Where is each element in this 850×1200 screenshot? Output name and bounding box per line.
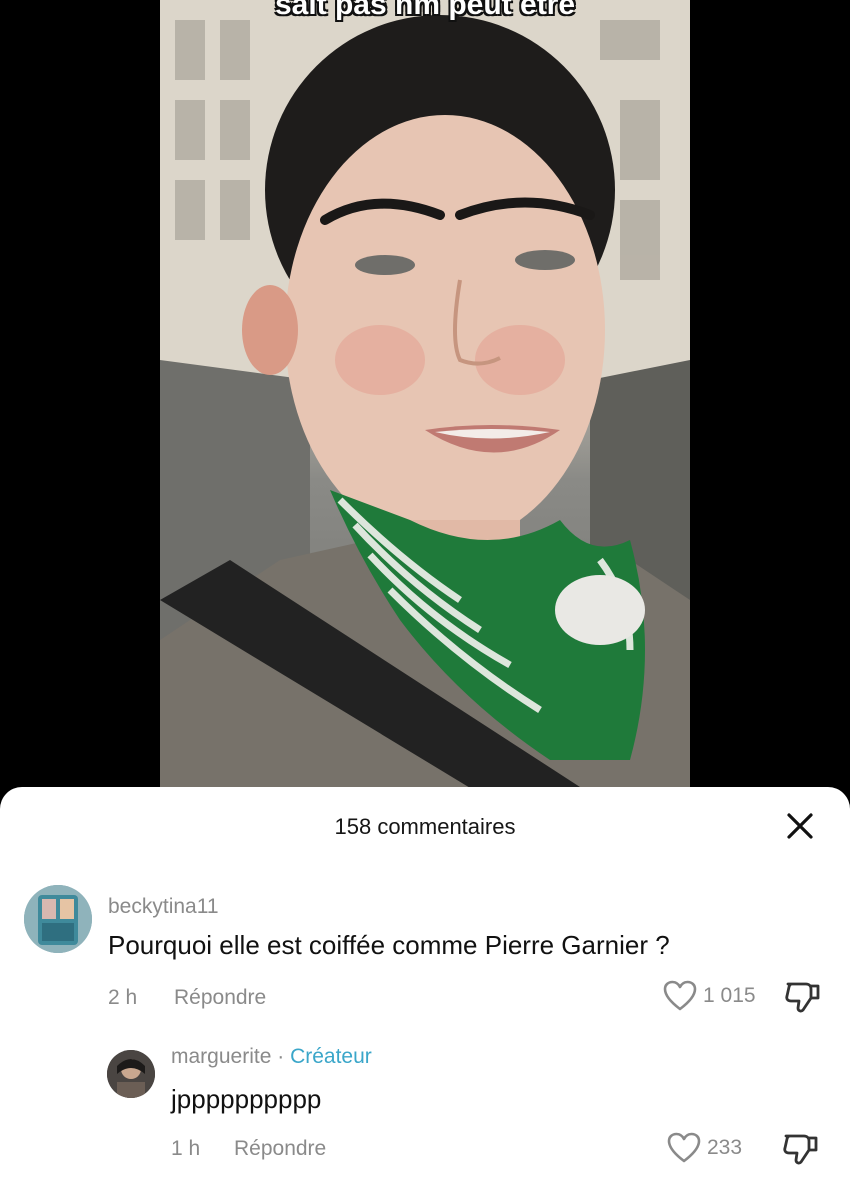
video-frame [160, 0, 690, 800]
avatar-image [24, 885, 92, 953]
comments-sheet: 158 commentaires beckytina11 Pourquoi el… [0, 787, 850, 1200]
comment-text: jpppppppppp [171, 1084, 322, 1114]
like-button[interactable]: 233 [667, 1132, 742, 1164]
reply-button[interactable]: Répondre [234, 1137, 326, 1161]
video-player[interactable]: sait pas nm peut être [160, 0, 690, 800]
like-button[interactable]: 1 015 [663, 980, 756, 1012]
comment-username[interactable]: marguerite [171, 1045, 271, 1068]
comments-count-title: 158 commentaires [334, 814, 516, 839]
heart-icon [667, 1132, 701, 1163]
creator-badge: Créateur [290, 1045, 372, 1068]
video-caption: sait pas nm peut être [274, 0, 576, 21]
comment-timestamp: 2 h [108, 986, 138, 1009]
dislike-button[interactable] [782, 1132, 818, 1171]
username-separator: · [277, 1045, 285, 1068]
comment-username[interactable]: beckytina11 [108, 895, 219, 919]
comment-text: Pourquoi elle est coiffée comme Pierre G… [108, 930, 670, 960]
heart-icon [663, 980, 697, 1011]
close-icon [787, 813, 813, 839]
dislike-icon [785, 982, 820, 1013]
comment-timestamp: 1 h [171, 1137, 201, 1160]
like-count: 233 [707, 1136, 743, 1159]
dislike-button[interactable] [784, 980, 820, 1019]
avatar-image [107, 1050, 155, 1098]
avatar[interactable] [24, 885, 92, 953]
avatar[interactable] [107, 1050, 155, 1098]
comment-username-row: marguerite · Créateur [171, 1045, 372, 1069]
close-button[interactable] [783, 809, 817, 843]
reply-button[interactable]: Répondre [174, 986, 266, 1010]
like-count: 1 015 [703, 984, 756, 1007]
dislike-icon [783, 1134, 818, 1165]
